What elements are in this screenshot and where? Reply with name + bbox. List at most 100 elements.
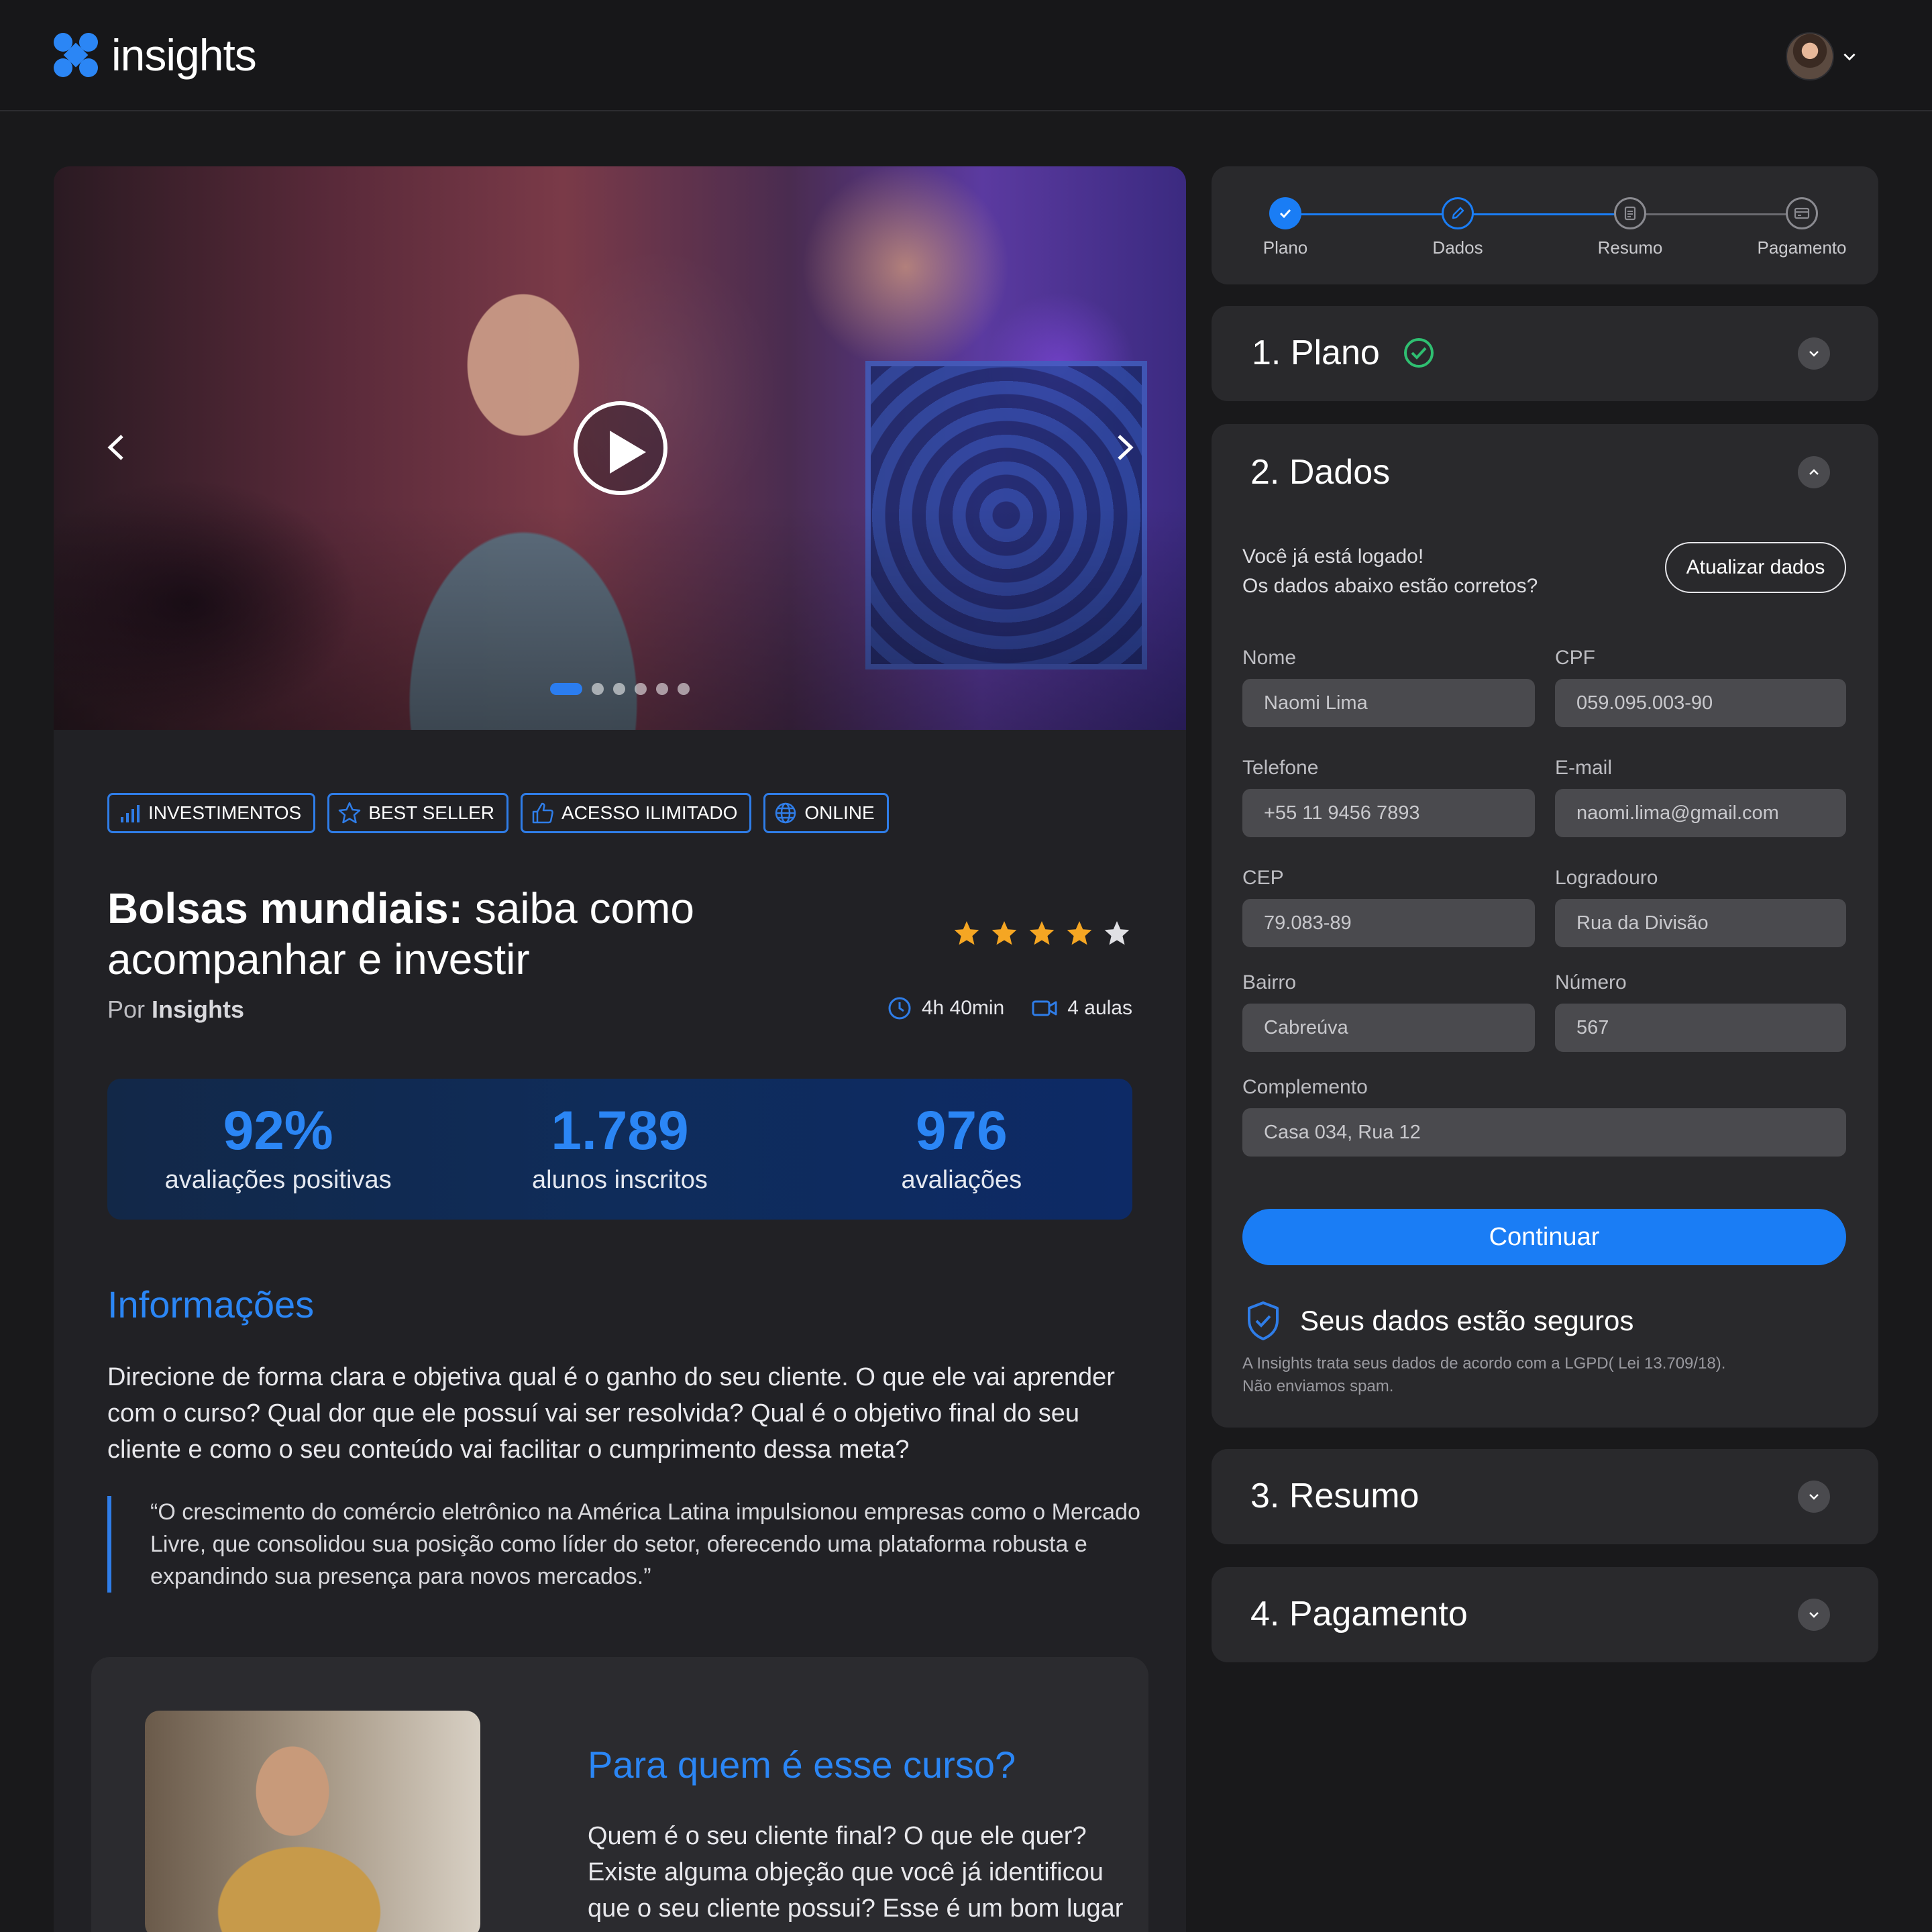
audience-text: Quem é o seu cliente final? O que ele qu…: [588, 1822, 1124, 1932]
cpf-field[interactable]: [1555, 679, 1846, 727]
course-meta: 4h 40min 4 aulas: [887, 996, 1132, 1021]
section-dados: 2. Dados Você já está logado! Os dados a…: [1212, 424, 1878, 1428]
course-author: Por Insights: [107, 996, 245, 1023]
chevron-up-icon: [1809, 469, 1819, 475]
update-data-button[interactable]: Atualizar dados: [1665, 542, 1846, 593]
tag-online[interactable]: ONLINE: [763, 793, 889, 833]
lessons-info: 4 aulas: [1031, 996, 1132, 1021]
audience-image: [145, 1711, 480, 1932]
star-icon: [991, 921, 1017, 945]
section-plano[interactable]: 1. Plano: [1212, 306, 1878, 401]
shield-check-icon: [1248, 1301, 1279, 1340]
carousel-dot[interactable]: [656, 683, 668, 695]
duration-info: 4h 40min: [887, 996, 1004, 1021]
star-icon: [1104, 921, 1130, 945]
thumbs-up-icon: [532, 802, 553, 824]
tag-acesso-ilimitado[interactable]: ACESSO ILIMITADO: [520, 793, 752, 833]
carousel-dot[interactable]: [635, 683, 647, 695]
bar-chart-icon: [121, 805, 140, 822]
cep-field[interactable]: [1242, 899, 1535, 947]
logradouro-label: Logradouro: [1555, 867, 1658, 889]
check-circle-icon: [1403, 338, 1434, 368]
cep-label: CEP: [1242, 867, 1284, 889]
telefone-field[interactable]: [1242, 789, 1535, 837]
section-pagamento-title: 4. Pagamento: [1250, 1595, 1468, 1633]
carousel-dots: [550, 683, 690, 695]
carousel-next-arrow-icon[interactable]: [1107, 431, 1140, 464]
course-panel: INVESTIMENTOS BEST SELLER ACESSO ILIMITA…: [54, 166, 1186, 1932]
numero-field[interactable]: [1555, 1004, 1846, 1052]
course-tags: INVESTIMENTOS BEST SELLER ACESSO ILIMITA…: [107, 793, 889, 833]
secure-data-notice: Seus dados estão seguros: [1245, 1300, 1633, 1342]
tag-best-seller[interactable]: BEST SELLER: [327, 793, 508, 833]
course-title: Bolsas mundiais: saiba como acompanhar e…: [107, 884, 694, 983]
course-rating: [953, 919, 1131, 947]
pencil-icon: [1452, 207, 1464, 219]
complemento-label: Complemento: [1242, 1076, 1368, 1098]
cpf-label: CPF: [1555, 647, 1595, 669]
card-icon: [1794, 207, 1810, 219]
user-menu[interactable]: [1786, 32, 1858, 80]
stat-enrolled-students: 1.789 alunos inscritos: [532, 1100, 708, 1194]
star-icon: [1029, 921, 1055, 945]
logradouro-field[interactable]: [1555, 899, 1846, 947]
section-pagamento-toggle[interactable]: [1798, 1599, 1830, 1631]
step-dados[interactable]: Dados: [1384, 197, 1532, 258]
chevron-down-icon: [1809, 351, 1819, 357]
bairro-label: Bairro: [1242, 971, 1297, 994]
section-resumo[interactable]: 3. Resumo: [1212, 1449, 1878, 1544]
lgpd-note: A Insights trata seus dados de acordo co…: [1242, 1354, 1726, 1395]
star-outline-icon: [338, 802, 361, 824]
email-field[interactable]: [1555, 789, 1846, 837]
step-resumo[interactable]: Resumo: [1556, 197, 1704, 258]
play-button[interactable]: [574, 401, 667, 495]
info-quote: “O crescimento do comércio eletrônico na…: [107, 1496, 1140, 1593]
chevron-down-icon[interactable]: [1841, 48, 1858, 65]
step-plano[interactable]: Plano: [1212, 197, 1359, 258]
complemento-field[interactable]: [1242, 1108, 1846, 1157]
logged-in-message: Você já está logado! Os dados abaixo est…: [1242, 545, 1538, 597]
carousel-dot[interactable]: [613, 683, 625, 695]
brand-logo[interactable]: insights: [52, 30, 257, 80]
stat-positive-reviews: 92% avaliações positivas: [164, 1100, 392, 1194]
carousel-dot[interactable]: [678, 683, 690, 695]
avatar[interactable]: [1786, 32, 1834, 80]
bairro-field[interactable]: [1242, 1004, 1535, 1052]
nome-field[interactable]: [1242, 679, 1535, 727]
chevron-down-icon: [1809, 1612, 1819, 1618]
email-label: E-mail: [1555, 757, 1613, 779]
continue-button[interactable]: Continuar: [1242, 1209, 1846, 1265]
section-resumo-title: 3. Resumo: [1250, 1477, 1419, 1515]
info-text: Direcione de forma clara e objetiva qual…: [107, 1363, 1115, 1464]
checkout-stepper: Plano Dados Resumo Pagamento: [1212, 166, 1878, 284]
audience-section: Para quem é esse curso? Quem é o seu cli…: [91, 1657, 1148, 1932]
section-dados-toggle[interactable]: [1798, 456, 1830, 488]
section-plano-toggle[interactable]: [1798, 337, 1830, 370]
telefone-label: Telefone: [1242, 757, 1319, 779]
chevron-down-icon: [1809, 1494, 1819, 1500]
carousel-prev-arrow-icon[interactable]: [101, 431, 134, 464]
audience-heading: Para quem é esse curso?: [588, 1743, 1016, 1786]
carousel-dot[interactable]: [592, 683, 604, 695]
globe-icon: [775, 802, 796, 824]
check-icon: [1279, 209, 1291, 219]
star-icon: [1067, 921, 1092, 945]
numero-label: Número: [1555, 971, 1627, 994]
section-pagamento[interactable]: 4. Pagamento: [1212, 1567, 1878, 1662]
logo-icon: [54, 33, 98, 77]
info-heading: Informações: [107, 1283, 315, 1326]
stat-reviews: 976 avaliações: [901, 1100, 1022, 1194]
carousel-dot[interactable]: [550, 683, 582, 695]
course-stats: 92% avaliações positivas 1.789 alunos in…: [107, 1079, 1132, 1220]
section-plano-title: 1. Plano: [1252, 333, 1380, 372]
play-icon: [610, 431, 646, 474]
top-header: insights: [0, 0, 1932, 111]
section-dados-title: 2. Dados: [1250, 453, 1391, 492]
section-resumo-toggle[interactable]: [1798, 1481, 1830, 1513]
document-icon: [1624, 206, 1636, 221]
brand-name: insights: [111, 30, 257, 80]
hero-carousel[interactable]: [54, 166, 1186, 730]
step-pagamento[interactable]: Pagamento: [1728, 197, 1876, 258]
tag-investimentos[interactable]: INVESTIMENTOS: [107, 793, 316, 833]
clock-icon: [888, 997, 911, 1020]
